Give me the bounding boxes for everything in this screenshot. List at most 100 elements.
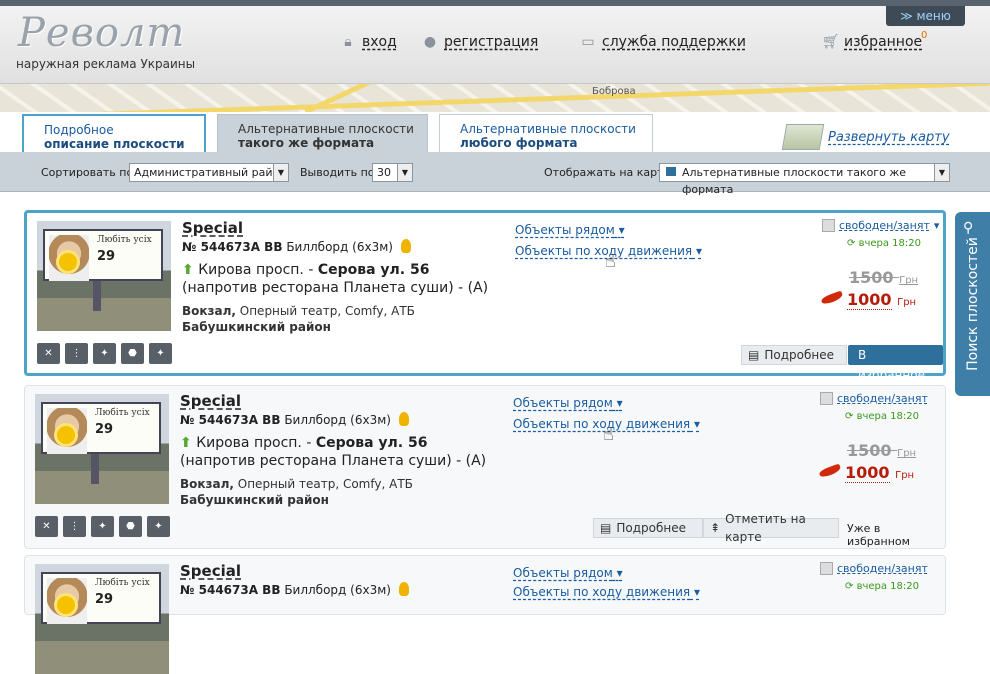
map-pin-icon: ⇞ <box>710 521 721 535</box>
nearby-objects-link[interactable]: Объекты рядом ▾ <box>513 396 623 410</box>
availability-status[interactable]: свободен/занят ▾ <box>822 219 939 232</box>
traffic-light-icon: ⋮ <box>65 343 88 364</box>
billboard-photo[interactable]: Любіть усіх 29 <box>35 394 169 504</box>
tab-details[interactable]: Подробное описание плоскости <box>22 114 206 153</box>
new-price: 1000 Грн <box>818 463 914 483</box>
register-link[interactable]: ● регистрация <box>422 34 538 50</box>
favorites-count: 0 <box>921 30 928 41</box>
billboard-photo[interactable]: Любіть усіх 29 <box>37 221 171 331</box>
site-header: ≫ меню Револт наружная реклама Украины 🔒… <box>0 0 990 84</box>
top-strip <box>0 0 990 6</box>
map-street-label: Боброва <box>592 86 636 97</box>
old-price: 1500 Грн <box>847 441 917 460</box>
billboard: Любіть усіх 29 <box>43 229 163 281</box>
lightbulb-icon <box>400 239 411 253</box>
listing-card[interactable]: Любіть усіх 29 ✕ ⋮ ✦ ⬣ ✦ Special № 54467… <box>24 385 946 549</box>
traffic-light-icon: ⋮ <box>63 516 86 537</box>
chat-icon: ▭ <box>581 34 595 50</box>
stop-sign-icon: ⬣ <box>119 516 142 537</box>
details-button[interactable]: ▤ Подробнее <box>741 345 847 365</box>
listing-nearby: Вокзал, Оперный театр, Comfy, АТБ <box>180 477 413 491</box>
mark-on-map-button[interactable]: ⇞ Отметить на карте <box>703 512 839 544</box>
site-logo[interactable]: Револт <box>18 10 185 56</box>
checkbox[interactable] <box>820 562 833 575</box>
updated-date: ⟳ вчера 18:20 <box>845 581 919 592</box>
listing-district: Бабушкинский район <box>182 320 331 334</box>
listing-title[interactable]: Special <box>182 219 243 237</box>
list-icon: ▤ <box>600 521 612 535</box>
route-objects-link[interactable]: Объекты по ходу движения ▾ <box>513 585 700 599</box>
nearby-objects-link[interactable]: Объекты рядом ▾ <box>515 223 625 237</box>
menu-button[interactable]: ≫ меню <box>886 6 965 26</box>
already-in-favorites: Уже в избранном <box>847 522 910 548</box>
lightbulb-icon <box>398 412 409 426</box>
updated-date: ⟳ вчера 18:20 <box>845 411 919 422</box>
nearby-objects-link[interactable]: Объекты рядом ▾ <box>513 566 623 580</box>
pedestrian-icon: ⬆ <box>182 262 194 278</box>
cart-icon: 🛒︎ <box>822 34 840 50</box>
pedestrian-icon: ✦ <box>93 343 116 364</box>
availability-status[interactable]: свободен/занят <box>820 392 928 405</box>
hand-cursor-icon: ☝ <box>603 424 614 445</box>
updated-date: ⟳ вчера 18:20 <box>847 238 921 249</box>
pedestrian-icon: ✦ <box>91 516 114 537</box>
chevron-down-icon[interactable]: ▼ <box>273 164 288 181</box>
old-price: 1500 Грн <box>849 268 919 287</box>
listing-title[interactable]: Special <box>180 562 241 580</box>
map-road <box>0 84 990 112</box>
flower-icon <box>57 426 75 444</box>
crossing-icon: ✕ <box>37 343 60 364</box>
pedestrian-crossing-icon: ✦ <box>147 516 170 537</box>
sort-label: Сортировать по <box>41 166 134 179</box>
listing-address: ⬆ Кирова просп. - Серова ул. 56 (напроти… <box>180 435 487 469</box>
lock-icon: 🔒︎ <box>344 34 352 50</box>
flower-icon <box>57 596 75 614</box>
pedestrian-icon: ⬆ <box>180 435 192 451</box>
listing-district: Бабушкинский район <box>180 493 329 507</box>
listing-card[interactable]: Любіть усіх 29 Special № 544673А ВВ Билл… <box>24 555 946 674</box>
feature-icons: ✕ ⋮ ✦ ⬣ ✦ <box>35 516 170 537</box>
support-link[interactable]: ▭ служба поддержки <box>580 34 746 50</box>
new-price: 1000 Грн <box>820 290 916 310</box>
availability-status[interactable]: свободен/занят <box>820 562 928 575</box>
lightbulb-icon <box>398 582 409 596</box>
flower-icon <box>59 253 77 271</box>
expand-map-link[interactable]: Развернуть карту <box>781 124 950 150</box>
map-display-select[interactable]: Альтернативные плоскости такого же форма… <box>659 163 950 196</box>
listing-title[interactable]: Special <box>180 392 241 410</box>
chili-pepper-icon <box>820 290 844 306</box>
filter-bar: Сортировать по Административный район ▼ … <box>0 152 990 196</box>
feature-icons: ✕ ⋮ ✦ ⬣ ✦ <box>37 343 172 364</box>
hand-cursor-icon: ☝ <box>605 251 616 272</box>
login-link[interactable]: 🔒︎ вход <box>340 34 397 50</box>
list-icon: ▤ <box>748 348 760 362</box>
tab-alt-any-format[interactable]: Альтернативные плоскости любого формата <box>439 114 653 153</box>
billboard: Любіть усіх 29 <box>41 572 161 624</box>
chevron-down-icon[interactable]: ▼ <box>397 164 412 181</box>
favorites-link[interactable]: 🛒︎ избранное <box>822 34 922 50</box>
checkbox[interactable] <box>822 219 835 232</box>
chili-pepper-icon <box>818 463 842 479</box>
listing-code: № 544673А ВВ Биллборд (6х3м) <box>180 582 409 597</box>
tab-alt-same-format[interactable]: Альтернативные плоскости такого же форма… <box>217 114 428 153</box>
billboard-photo[interactable]: Любіть усіх 29 <box>35 564 169 674</box>
speech-bubble-icon <box>666 167 676 176</box>
show-label: Выводить по <box>300 166 375 179</box>
tab-bar: Подробное описание плоскости Альтернатив… <box>0 112 990 153</box>
checkbox[interactable] <box>820 392 833 405</box>
chevron-down-icon[interactable]: ▼ <box>934 164 949 181</box>
map-icon <box>781 124 825 150</box>
crossing-icon: ✕ <box>35 516 58 537</box>
user-icon: ● <box>423 34 437 50</box>
listing-code: № 544673А ВВ Биллборд (6х3м) <box>182 239 411 254</box>
add-to-favorites-button[interactable]: В избранное <box>848 345 943 382</box>
search-planes-side-tab[interactable]: ⚲ Поиск плоскостей <box>955 212 990 396</box>
listing-address: ⬆ Кирова просп. - Серова ул. 56 (напроти… <box>182 262 489 296</box>
map-strip[interactable]: Боброва <box>0 84 990 112</box>
stop-sign-icon: ⬣ <box>121 343 144 364</box>
listing-nearby: Вокзал, Оперный театр, Comfy, АТБ <box>182 304 415 318</box>
details-button[interactable]: ▤ Подробнее <box>593 518 703 538</box>
listing-card[interactable]: Любіть усіх 29 ✕ ⋮ ✦ ⬣ ✦ Special № 54467… <box>24 210 946 382</box>
page-size-select[interactable]: 30 ▼ <box>372 163 413 182</box>
sort-select[interactable]: Административный район ▼ <box>129 163 289 182</box>
